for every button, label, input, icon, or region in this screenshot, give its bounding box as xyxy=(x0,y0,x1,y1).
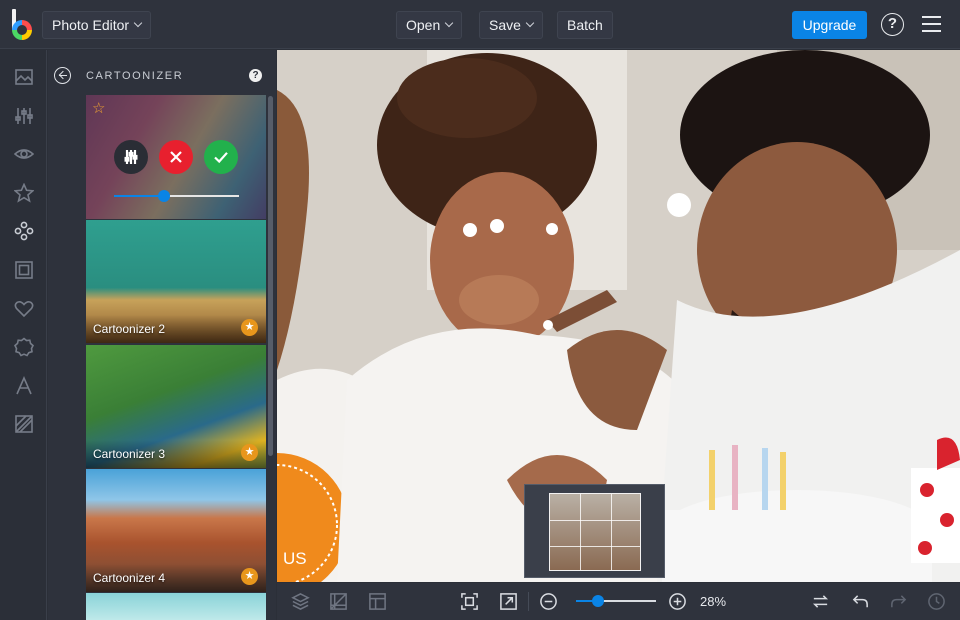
eye-icon[interactable] xyxy=(13,143,34,164)
premium-star-icon: ★ xyxy=(241,568,258,585)
text-icon[interactable] xyxy=(13,375,34,396)
viewport-frame[interactable] xyxy=(549,493,641,571)
effect-thumbnail-cartoonizer-4[interactable]: Cartoonizer 4 ★ xyxy=(86,469,266,592)
photo-editor-menu-label: Photo Editor xyxy=(52,17,130,33)
chevron-down-icon xyxy=(525,18,535,28)
top-bar: Photo Editor Open Save Batch Upgrade ? xyxy=(0,0,960,49)
close-icon xyxy=(170,151,182,163)
effect-thumbnail-cartoonizer-2[interactable]: Cartoonizer 2 ★ xyxy=(86,220,266,343)
zoom-in-icon[interactable] xyxy=(667,591,687,611)
zoom-level-text: 28% xyxy=(700,594,727,609)
chevron-down-icon xyxy=(445,18,454,28)
badge-icon[interactable] xyxy=(13,336,34,357)
photo-editor-app: Photo Editor Open Save Batch Upgrade ? C… xyxy=(0,0,960,620)
overlay-badge-text: US xyxy=(283,549,307,568)
star-icon[interactable] xyxy=(13,182,34,203)
slider-handle[interactable] xyxy=(158,190,170,202)
expand-icon[interactable] xyxy=(498,591,518,611)
effect-thumbnail-cartoonizer-3[interactable]: Cartoonizer 3 ★ xyxy=(86,345,266,468)
bottom-toolbar: 28% xyxy=(277,583,960,620)
layers-icon[interactable] xyxy=(290,591,310,611)
effect-label: Cartoonizer 4 xyxy=(93,571,166,585)
history-icon[interactable] xyxy=(926,591,946,611)
redo-icon[interactable] xyxy=(888,591,908,611)
texture-icon[interactable] xyxy=(13,413,34,434)
image-icon[interactable] xyxy=(13,66,34,87)
checkmark-icon xyxy=(214,152,228,164)
settings-sliders-icon xyxy=(124,150,138,164)
collage-layout-icon[interactable] xyxy=(367,591,387,611)
tool-rail xyxy=(0,50,47,620)
fit-screen-icon[interactable] xyxy=(459,591,479,611)
navigator-minimap[interactable] xyxy=(524,484,665,578)
effect-strength-slider[interactable] xyxy=(114,190,239,202)
panel-help-icon[interactable]: ? xyxy=(249,69,262,82)
swap-icon[interactable] xyxy=(810,591,830,611)
adjust-sliders-icon[interactable] xyxy=(13,105,34,126)
crop-compare-icon[interactable] xyxy=(328,591,348,611)
premium-star-icon: ★ xyxy=(241,319,258,336)
open-menu-button[interactable]: Open xyxy=(396,11,463,39)
help-icon[interactable]: ? xyxy=(881,13,904,36)
zoom-slider-handle[interactable] xyxy=(592,595,605,607)
premium-star-icon: ★ xyxy=(241,444,258,461)
panel-scrollbar[interactable] xyxy=(268,96,273,456)
back-arrow-icon[interactable] xyxy=(54,67,71,84)
photo-canvas[interactable]: US xyxy=(277,50,960,582)
zoom-slider[interactable] xyxy=(576,595,656,607)
favorite-star-icon[interactable]: ☆ xyxy=(92,101,105,116)
photo-editor-menu[interactable]: Photo Editor xyxy=(42,11,152,39)
hamburger-menu-icon[interactable] xyxy=(922,16,941,32)
effects-icon[interactable] xyxy=(13,220,34,241)
effect-label: Cartoonizer 3 xyxy=(93,447,166,461)
apply-effect-button[interactable] xyxy=(204,140,238,174)
effect-label: Cartoonizer 2 xyxy=(93,322,166,336)
active-effect-card: ☆ xyxy=(86,95,266,219)
toolbar-divider xyxy=(528,592,529,611)
frame-icon[interactable] xyxy=(13,259,34,280)
upgrade-button[interactable]: Upgrade xyxy=(792,11,867,39)
undo-icon[interactable] xyxy=(850,591,870,611)
save-menu-button[interactable]: Save xyxy=(479,11,543,39)
cancel-effect-button[interactable] xyxy=(159,140,193,174)
zoom-out-icon[interactable] xyxy=(538,591,558,611)
effect-settings-button[interactable] xyxy=(114,140,148,174)
panel-title: CARTOONIZER xyxy=(86,70,184,82)
save-label: Save xyxy=(489,17,521,33)
open-label: Open xyxy=(406,17,441,33)
heart-icon[interactable] xyxy=(13,298,34,319)
batch-button[interactable]: Batch xyxy=(557,11,613,39)
app-logo[interactable] xyxy=(8,9,38,40)
effects-panel: CARTOONIZER ? ☆ Cartoonizer 2 ★ Cartooni… xyxy=(48,50,276,620)
batch-label: Batch xyxy=(567,17,603,33)
chevron-down-icon xyxy=(133,18,143,28)
effect-thumbnail-partial[interactable] xyxy=(86,593,266,620)
